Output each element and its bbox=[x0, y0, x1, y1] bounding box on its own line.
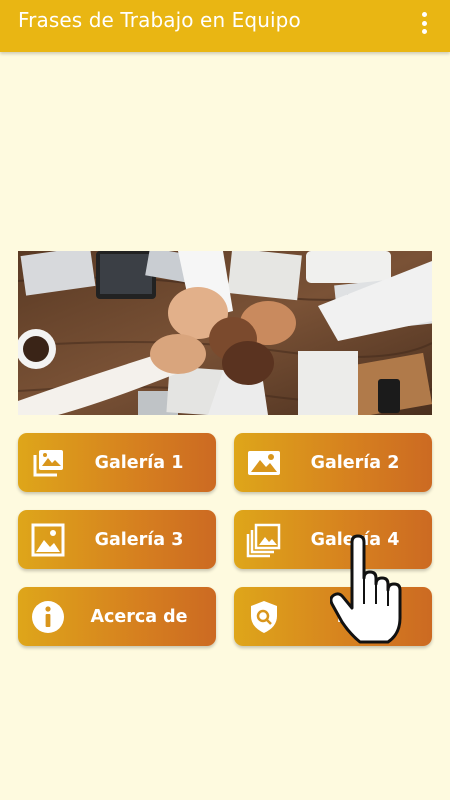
info-icon bbox=[30, 599, 66, 635]
gallery-3-label: Galería 3 bbox=[94, 529, 184, 550]
gallery-2-button[interactable]: Galería 2 bbox=[234, 433, 432, 492]
gallery-1-button[interactable]: Galería 1 bbox=[18, 433, 216, 492]
more-vert-icon[interactable] bbox=[416, 10, 432, 36]
gallery-3-button[interactable]: Galería 3 bbox=[18, 510, 216, 569]
image-icon bbox=[246, 445, 282, 481]
policy-shield-icon bbox=[246, 599, 282, 635]
gallery-2-label: Galería 2 bbox=[310, 452, 400, 473]
hero-image bbox=[18, 251, 432, 415]
about-label: Acerca de bbox=[90, 606, 188, 627]
hand-pointer-icon bbox=[329, 534, 418, 646]
photo-library-icon bbox=[30, 445, 66, 481]
about-button[interactable]: Acerca de bbox=[18, 587, 216, 646]
image-stack-icon bbox=[246, 522, 282, 558]
image-frame-icon bbox=[30, 522, 66, 558]
app-title: Frases de Trabajo en Equipo bbox=[18, 8, 301, 32]
app-bar: Frases de Trabajo en Equipo bbox=[0, 0, 450, 52]
gallery-1-label: Galería 1 bbox=[94, 452, 184, 473]
